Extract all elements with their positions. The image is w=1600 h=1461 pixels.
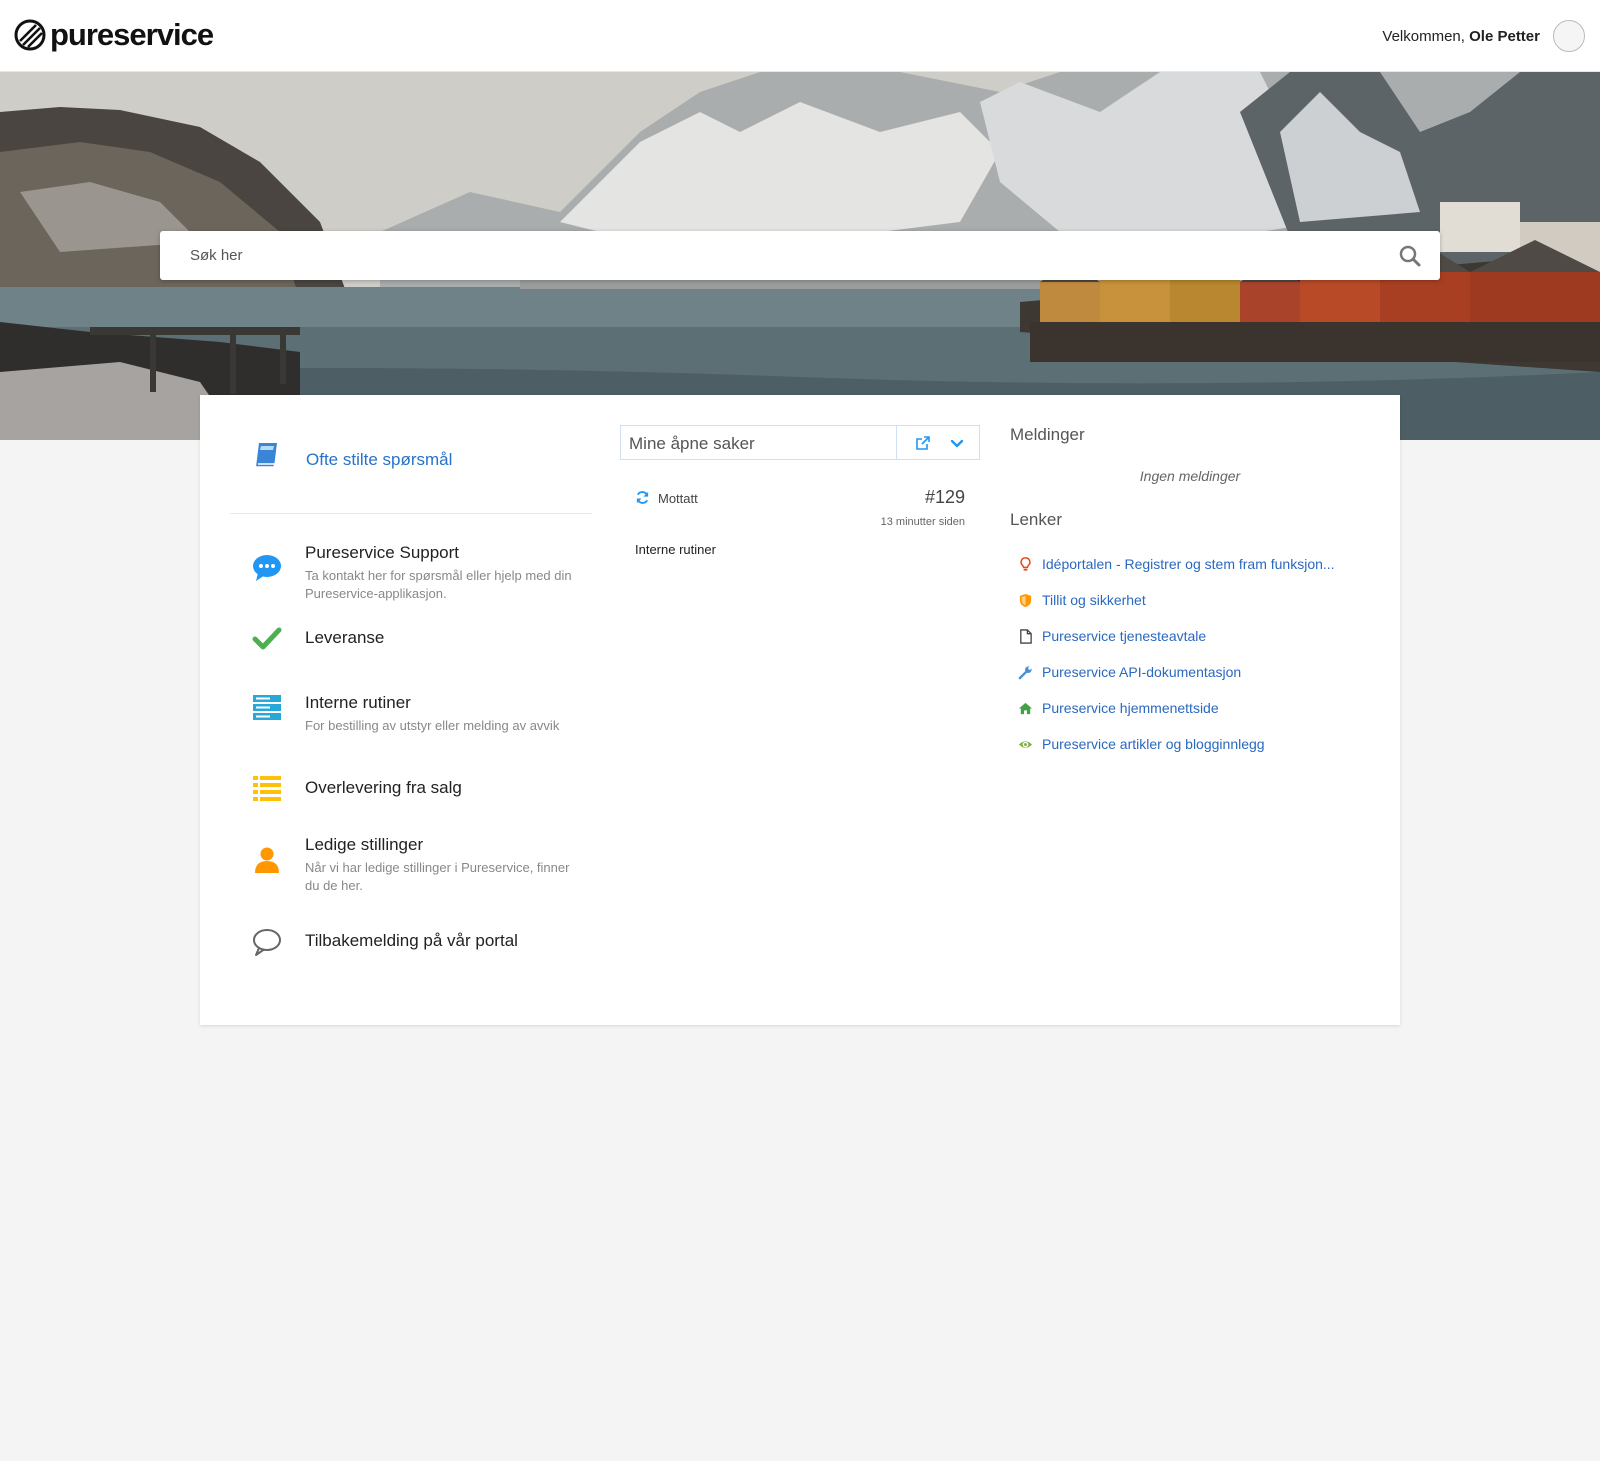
messages-heading: Meldinger [1010, 425, 1085, 444]
search-input[interactable] [160, 231, 1380, 280]
category-title: Leveranse [305, 628, 385, 647]
link-label: Tillit og sikkerhet [1042, 592, 1146, 608]
search-bar [160, 231, 1440, 280]
category-description: Når vi har ledige stillinger i Pureservi… [305, 860, 570, 893]
brand-name: pureservice [50, 17, 214, 52]
main-card: Ofte stilte spørsmål Pureservice Support… [200, 395, 1400, 1025]
lightbulb-icon [1020, 557, 1031, 571]
avatar[interactable] [1553, 20, 1585, 52]
ticket-title: Interne rutiner [635, 542, 716, 557]
ticket-item[interactable]: Mottatt #129 13 minutter siden Interne r… [635, 485, 965, 575]
top-bar: pureservice Velkommen, Ole Petter [0, 0, 1600, 72]
book-icon [256, 443, 277, 468]
wrench-icon [1018, 666, 1032, 680]
category-title: Ledige stillinger [305, 835, 424, 854]
checkmark-icon [252, 627, 282, 650]
chevron-down-icon[interactable] [949, 436, 965, 452]
welcome-prefix: Velkommen, [1382, 28, 1465, 45]
search-icon[interactable] [1398, 244, 1422, 268]
home-icon [1018, 702, 1033, 715]
tickets-dropdown-label: Mine åpne saker [629, 434, 755, 453]
external-link-icon[interactable] [915, 435, 931, 451]
speech-bubble-outline-icon [253, 929, 281, 956]
shield-icon [1019, 593, 1032, 608]
pureservice-logo-icon [14, 19, 46, 51]
ticket-time: 13 minutter siden [880, 516, 965, 528]
category-description: For bestilling av utstyr eller melding a… [305, 718, 560, 733]
document-icon [1020, 629, 1032, 644]
ticket-number: #129 [924, 487, 965, 507]
category-title: Pureservice Support [305, 543, 460, 562]
brand-logo[interactable]: pureservice [14, 16, 214, 54]
dropdown-divider [896, 426, 897, 459]
link-label: Pureservice API-dokumentasjon [1042, 664, 1242, 680]
eye-icon [1018, 741, 1033, 748]
server-icon [253, 695, 281, 720]
chat-bubble-icon [253, 555, 281, 581]
category-description: Ta kontakt her for spørsmål eller hjelp … [305, 568, 572, 601]
faq-label: Ofte stilte spørsmål [306, 450, 453, 469]
link-label: Pureservice artikler og blogginnlegg [1042, 736, 1265, 752]
category-title: Interne rutiner [305, 693, 411, 712]
sync-icon [636, 491, 649, 504]
link-label: Pureservice tjenesteavtale [1042, 628, 1207, 644]
welcome-text: Velkommen, Ole Petter [1382, 28, 1540, 45]
links-heading: Lenker [1010, 510, 1062, 529]
ticket-status: Mottatt [658, 491, 698, 506]
person-icon [255, 847, 279, 873]
link-label: Idéportalen - Registrer og stem fram fun… [1042, 556, 1335, 572]
user-name[interactable]: Ole Petter [1469, 28, 1540, 45]
category-title: Overlevering fra salg [305, 778, 462, 797]
no-messages-text: Ingen meldinger [1139, 468, 1241, 484]
faq-link[interactable]: Ofte stilte spørsmål [230, 440, 592, 514]
list-icon [253, 776, 281, 801]
tickets-dropdown[interactable]: Mine åpne saker [620, 425, 980, 460]
link-label: Pureservice hjemmenettside [1042, 700, 1219, 716]
category-title: Tilbakemelding på vår portal [305, 931, 518, 950]
